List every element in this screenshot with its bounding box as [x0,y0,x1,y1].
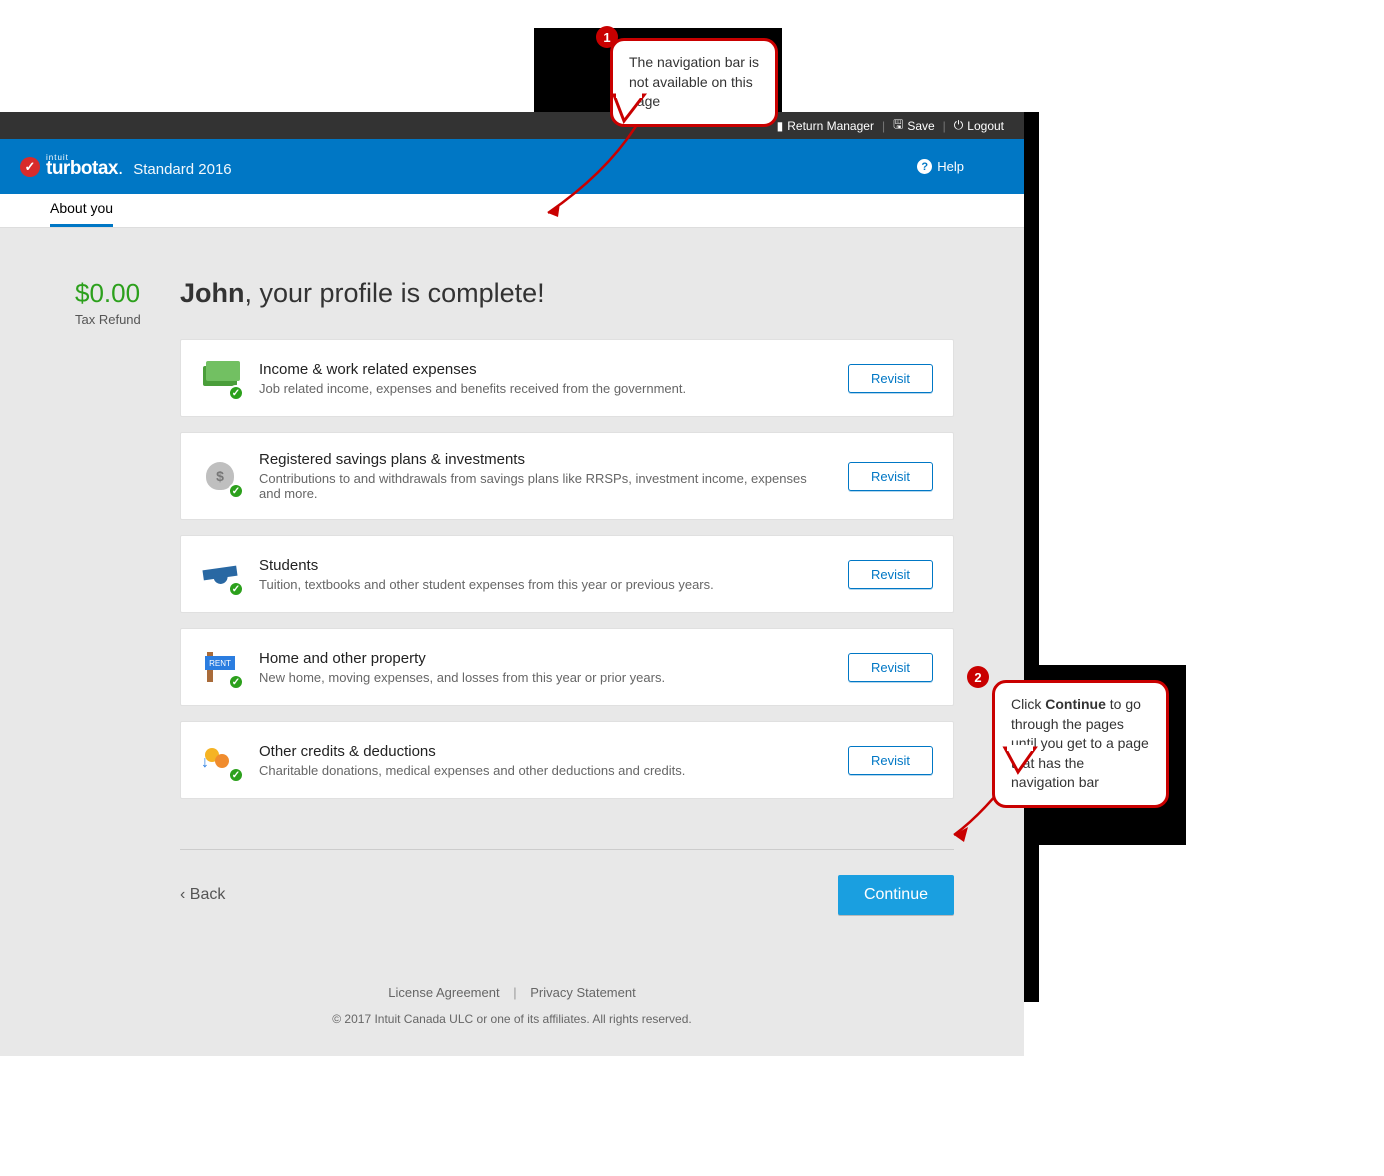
save-icon: 🖫 [893,115,903,136]
annotation-tail-2 [1000,748,1040,778]
card-desc: Job related income, expenses and benefit… [259,381,830,396]
annotation-text-2-pre: Click [1011,696,1045,712]
separator: | [882,119,885,133]
money-stack-icon: ✓ [201,358,241,398]
card-other-credits: ↓✓ Other credits & deductions Charitable… [180,721,954,799]
annotation-text-2-bold: Continue [1045,696,1106,712]
coins-icon: ↓✓ [201,740,241,780]
annotation-badge-2: 2 [967,666,989,688]
revisit-button[interactable]: Revisit [848,653,933,682]
help-link[interactable]: ? Help [917,159,964,174]
tab-about-you[interactable]: About you [50,192,113,227]
card-title: Students [259,557,830,574]
headline-rest: , your profile is complete! [245,278,545,308]
check-badge-icon: ✓ [228,581,244,597]
return-manager-label: Return Manager [787,119,874,133]
help-label: Help [937,159,964,174]
return-manager-link[interactable]: ▮ Return Manager [777,119,874,133]
check-badge-icon: ✓ [228,767,244,783]
app-window: ▮ Return Manager | 🖫 Save | ⏻ Logout ✓ i… [0,112,1024,1056]
check-badge-icon: ✓ [228,674,244,690]
card-desc: Contributions to and withdrawals from sa… [259,471,830,501]
refund-label: Tax Refund [75,312,141,327]
card-desc: Charitable donations, medical expenses a… [259,763,830,778]
graduation-cap-icon: ✓ [201,554,241,594]
power-icon: ⏻ [954,118,964,133]
tab-bar: About you [0,194,1024,228]
card-title: Income & work related expenses [259,361,830,378]
rent-sign-icon: ✓ [201,647,241,687]
page-headline: John, your profile is complete! [180,278,954,309]
logout-link[interactable]: ⏻ Logout [954,118,1004,133]
separator: | [513,985,516,1000]
card-students: ✓ Students Tuition, textbooks and other … [180,535,954,613]
card-home: ✓ Home and other property New home, movi… [180,628,954,706]
footer-links: License Agreement | Privacy Statement [0,985,1024,1000]
card-title: Home and other property [259,650,830,667]
revisit-button[interactable]: Revisit [848,364,933,393]
nav-row: ‹ Back Continue [180,849,954,915]
brand-text-block: intuit turbotax. Standard 2016 [46,153,232,180]
logout-label: Logout [967,119,1004,133]
card-title: Other credits & deductions [259,743,830,760]
save-label: Save [907,119,934,133]
content-area: $0.00 Tax Refund John, your profile is c… [0,228,1024,945]
card-income: ✓ Income & work related expenses Job rel… [180,339,954,417]
annotation-badge-1: 1 [596,26,618,48]
money-bag-icon: $✓ [201,456,241,496]
folder-icon: ▮ [777,119,784,133]
copyright: © 2017 Intuit Canada ULC or one of its a… [0,1012,1024,1026]
annotation-tail-1 [614,95,654,125]
help-icon: ? [917,159,932,174]
back-link[interactable]: ‹ Back [180,886,225,904]
continue-button[interactable]: Continue [838,875,954,915]
refund-summary: $0.00 Tax Refund [75,278,141,327]
utility-bar: ▮ Return Manager | 🖫 Save | ⏻ Logout [0,112,1024,139]
annotation-callout-2: Click Continue to go through the pages u… [992,680,1169,808]
main-column: John, your profile is complete! ✓ Income… [180,278,954,915]
card-title: Registered savings plans & investments [259,451,830,468]
revisit-button[interactable]: Revisit [848,462,933,491]
refund-amount: $0.00 [75,278,141,309]
tab-label: About you [50,200,113,216]
card-savings: $✓ Registered savings plans & investment… [180,432,954,520]
user-name: John [180,278,245,308]
check-badge-icon: ✓ [228,483,244,499]
separator: | [943,119,946,133]
check-icon: ✓ [20,157,40,177]
card-desc: Tuition, textbooks and other student exp… [259,577,830,592]
check-badge-icon: ✓ [228,385,244,401]
brand-logo-group: ✓ intuit turbotax. Standard 2016 [20,153,232,180]
save-link[interactable]: 🖫 Save [893,115,935,136]
revisit-button[interactable]: Revisit [848,560,933,589]
card-desc: New home, moving expenses, and losses fr… [259,670,830,685]
footer: License Agreement | Privacy Statement © … [0,945,1024,1056]
privacy-link[interactable]: Privacy Statement [530,985,636,1000]
license-link[interactable]: License Agreement [388,985,499,1000]
revisit-button[interactable]: Revisit [848,746,933,775]
edition-label: Standard 2016 [133,161,231,178]
product-name: turbotax [46,158,118,179]
brand-bar: ✓ intuit turbotax. Standard 2016 ? Help [0,139,1024,194]
